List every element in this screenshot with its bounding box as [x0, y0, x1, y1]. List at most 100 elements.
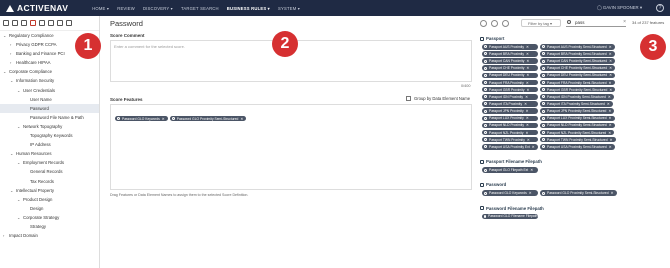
tree-node[interactable]: ⌄ Information Security — [0, 76, 99, 85]
nav-item[interactable]: BUSINESS RULES ▾ — [227, 6, 270, 11]
tree-node[interactable]: User Name — [0, 95, 99, 104]
remove-icon[interactable]: ✕ — [529, 191, 532, 195]
clear-search-icon[interactable]: × — [623, 19, 626, 26]
tree-node[interactable]: › Healthcare HIPAA — [0, 58, 99, 67]
remove-icon[interactable]: ✕ — [526, 116, 529, 120]
remove-icon[interactable]: ✕ — [610, 138, 613, 142]
remove-icon[interactable]: ✕ — [526, 73, 529, 77]
remove-icon[interactable]: ✕ — [609, 81, 612, 85]
feature-chip[interactable]: Passport NZL Proximity ✕ — [482, 129, 538, 136]
feature-group-header[interactable]: Password — [480, 182, 506, 187]
feature-chip[interactable]: Passport TWN Proximity ✕ — [482, 136, 538, 143]
feature-chip[interactable]: Passport LUX Proximity ✕ — [482, 115, 538, 121]
feature-chip[interactable]: Passport LUX Proximity Semi-Structured ✕ — [540, 115, 615, 121]
feature-group-header[interactable]: Password Filename Filepath — [480, 206, 544, 211]
remove-icon[interactable]: ✕ — [607, 102, 610, 106]
remove-icon[interactable]: ✕ — [608, 95, 611, 99]
remove-icon[interactable]: ✕ — [526, 45, 529, 49]
tree-node[interactable]: ⌄ Network Topography — [0, 122, 99, 131]
feature-chip[interactable]: Passport IDN Proximity ✕ — [482, 94, 538, 100]
remove-icon[interactable]: ✕ — [527, 88, 530, 92]
remove-icon[interactable]: ✕ — [611, 191, 614, 195]
remove-icon[interactable]: ✕ — [162, 117, 165, 121]
tag-filter-dropdown[interactable]: Filter by tag ▾ — [521, 19, 561, 27]
tree-node[interactable]: ⌄ User Credentials — [0, 86, 99, 95]
group-toggle-icon[interactable] — [480, 182, 484, 187]
feature-chip[interactable]: Passport FRA Proximity ✕ — [482, 79, 538, 86]
feature-chip[interactable]: Passport FRA Proximity Semi-Structured ✕ — [540, 79, 615, 86]
activenav-logo[interactable]: ACTIVENAV — [6, 3, 68, 13]
remove-icon[interactable]: ✕ — [525, 95, 528, 99]
feature-chip[interactable]: Passport USA Proximity Ext ✕ — [482, 144, 538, 150]
tree-node[interactable]: ⌄ Employment Records — [0, 158, 99, 167]
feature-chip[interactable]: Passport DEU Proximity ✕ — [482, 72, 538, 79]
remove-icon[interactable]: ✕ — [526, 59, 529, 63]
remove-icon[interactable]: ✕ — [609, 52, 612, 56]
feature-chip[interactable]: Passport CHE Proximity Semi-Structured ✕ — [540, 65, 616, 71]
remove-icon[interactable]: ✕ — [526, 66, 529, 70]
feature-chip[interactable]: Passport NLD Proximity Semi-Structured ✕ — [540, 122, 615, 129]
remove-icon[interactable]: ✕ — [608, 109, 611, 113]
nav-item[interactable]: HOME ▾ — [92, 6, 109, 11]
feature-chip[interactable]: Passport CHE Proximity ✕ — [482, 65, 538, 71]
feature-chip[interactable]: Password GLO Filename Filepath Ext ✕ — [482, 213, 548, 220]
tree-node[interactable]: ⌄ Product Design — [0, 195, 99, 204]
feature-chip[interactable]: Passport NLD Proximity ✕ — [482, 122, 538, 129]
group-toggle-icon[interactable] — [480, 36, 484, 41]
remove-icon[interactable]: ✕ — [532, 145, 535, 149]
tag-remove-icon[interactable] — [502, 20, 509, 27]
tree-node[interactable]: ⌄ Corporate Compliance — [0, 67, 99, 76]
nav-item[interactable]: TARGET SEARCH — [181, 6, 219, 11]
feature-chip[interactable]: Password GLO Proximity Semi-Structured ✕ — [540, 190, 617, 196]
remove-icon[interactable]: ✕ — [609, 66, 612, 70]
nav-item[interactable]: SYSTEM ▾ — [278, 6, 300, 11]
add-folder-icon[interactable] — [39, 20, 45, 26]
feature-group-header[interactable]: Passport — [480, 36, 504, 41]
tree-node[interactable]: Tax Records — [0, 177, 99, 186]
feature-chip[interactable]: Passport GBR Proximity ✕ — [482, 86, 538, 93]
refresh-icon[interactable] — [480, 20, 487, 27]
feature-chip[interactable]: Password GLO Keywords ✕ — [482, 190, 538, 196]
feature-chip[interactable]: Passport TWN Proximity Semi-Structured ✕ — [540, 136, 616, 143]
feature-chip[interactable]: Password GLO Keywords ✕ — [115, 115, 168, 122]
group-toggle-icon[interactable] — [480, 159, 484, 164]
nav-item[interactable]: REVIEW — [117, 6, 135, 11]
tag-icon[interactable] — [491, 20, 498, 27]
tree-node[interactable]: Password File Name & Path — [0, 113, 99, 122]
add-file-icon[interactable] — [48, 20, 54, 26]
feature-chip[interactable]: Passport JPN Proximity ✕ — [482, 108, 538, 114]
feature-chip[interactable]: Passport ITA Proximity Semi-Structured ✕ — [540, 101, 613, 107]
remove-icon[interactable]: ✕ — [524, 102, 527, 106]
export-icon[interactable] — [57, 20, 63, 26]
undo-icon[interactable] — [66, 20, 72, 26]
remove-icon[interactable]: ✕ — [240, 117, 243, 121]
feature-chip[interactable]: Passport NZL Proximity Semi-Structured ✕ — [540, 129, 615, 136]
remove-icon[interactable]: ✕ — [526, 131, 529, 135]
tree-node[interactable]: ⌄ Intellectual Property — [0, 186, 99, 195]
delete-icon[interactable] — [30, 20, 36, 26]
score-features-dropzone[interactable]: Password GLO Keywords ✕ Password GLO Proxi… — [110, 104, 472, 190]
feature-chip[interactable]: Passport GLO Filepath Ext ✕ — [482, 167, 538, 173]
tree-node[interactable]: ⌄ Human Resources — [0, 149, 99, 158]
feature-chip[interactable]: Passport ITA Proximity ✕ — [482, 101, 538, 107]
feature-group-header[interactable]: Passport Filename Filepath — [480, 159, 542, 164]
remove-icon[interactable]: ✕ — [609, 45, 612, 49]
feature-chip[interactable]: Passport BRA Proximity ✕ — [482, 51, 538, 57]
feature-chip[interactable]: Passport GBR Proximity Semi-Structured ✕ — [540, 86, 616, 93]
tree-node[interactable]: Design — [0, 204, 99, 213]
tree-node[interactable]: Strategy — [0, 222, 99, 231]
collapse-all-icon[interactable] — [12, 20, 18, 26]
tree-node[interactable]: Password — [0, 103, 99, 113]
remove-icon[interactable]: ✕ — [526, 81, 529, 85]
remove-icon[interactable]: ✕ — [609, 145, 612, 149]
edit-icon[interactable] — [21, 20, 27, 26]
feature-chip[interactable]: Passport AUS Proximity ✕ — [482, 44, 538, 50]
tree-node[interactable]: IP Address — [0, 140, 99, 149]
help-icon[interactable]: ? — [656, 3, 664, 12]
user-menu[interactable]: ◯ GAVIN SPOONER ▾ — [597, 5, 642, 11]
feature-chip[interactable]: Passport USA Proximity Semi-Structured ✕ — [540, 144, 615, 150]
remove-icon[interactable]: ✕ — [609, 88, 612, 92]
feature-chip[interactable]: Passport JPN Proximity Semi-Structured ✕ — [540, 108, 615, 114]
tree-node[interactable]: ⌄ Corporate Strategy — [0, 213, 99, 222]
remove-icon[interactable]: ✕ — [609, 123, 612, 127]
